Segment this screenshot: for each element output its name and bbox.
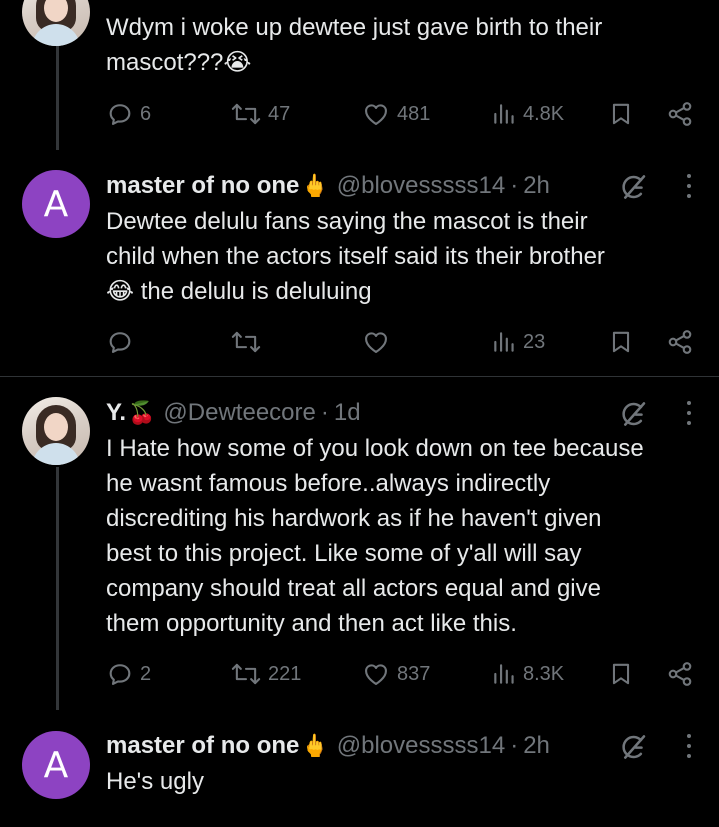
tweet-1[interactable]: Wdym i woke up dewtee just gave birth to… <box>0 0 719 150</box>
author-name[interactable]: master of no one <box>106 172 299 200</box>
grok-icon[interactable] <box>619 399 649 429</box>
heart-icon <box>365 332 387 353</box>
tweet-2[interactable]: A master of no one 🖕 @blovesssss14 · 2h … <box>0 150 719 376</box>
separator-dot: · <box>320 399 329 426</box>
reply-button[interactable] <box>106 324 140 360</box>
reply-icon <box>109 104 131 125</box>
heart-icon <box>365 664 387 685</box>
views-icon <box>494 332 514 352</box>
share-button[interactable] <box>666 96 694 132</box>
timestamp[interactable]: 2h <box>523 172 550 200</box>
like-count: 837 <box>397 662 431 685</box>
share-button[interactable] <box>666 656 694 692</box>
timestamp[interactable]: 2h <box>523 732 550 760</box>
views-count: 8.3K <box>523 662 565 685</box>
timestamp[interactable]: 1d <box>334 399 361 427</box>
repost-button[interactable] <box>230 324 268 360</box>
author-name[interactable]: Y. <box>106 399 126 427</box>
avatar[interactable]: A <box>22 170 90 238</box>
like-count: 481 <box>397 102 431 125</box>
bookmark-icon <box>612 663 630 685</box>
separator-dot: · <box>510 732 519 759</box>
views-button[interactable]: 8.3K <box>491 656 564 692</box>
author-name[interactable]: master of no one <box>106 732 299 760</box>
author-handle[interactable]: @blovesssss14 <box>337 172 505 200</box>
more-icon[interactable] <box>685 734 693 758</box>
tweet-text: He's ugly <box>106 768 204 795</box>
reply-button[interactable]: 6 <box>106 96 151 132</box>
tweet-header: master of no one 🖕 @blovesssss14 · 2h <box>106 730 550 762</box>
views-button[interactable]: 23 <box>491 324 545 360</box>
avatar-letter: A <box>43 183 69 225</box>
action-bar: 6 47 481 4.8K <box>0 96 719 132</box>
grok-icon[interactable] <box>619 172 649 202</box>
bookmark-icon <box>612 103 630 125</box>
like-button[interactable]: 837 <box>361 656 430 692</box>
action-bar: 23 <box>0 324 719 360</box>
share-icon <box>668 330 692 354</box>
bookmark-icon <box>612 331 630 353</box>
like-button[interactable] <box>361 324 397 360</box>
avatar[interactable] <box>22 397 90 465</box>
reply-icon <box>109 664 131 685</box>
views-icon <box>494 104 514 124</box>
grok-icon[interactable] <box>619 732 649 762</box>
more-icon[interactable] <box>685 174 693 198</box>
action-bar: 2 221 837 8.3K <box>0 656 719 692</box>
tweet-text: Wdym i woke up dewtee just gave birth to… <box>106 14 603 76</box>
repost-count: 47 <box>268 102 291 125</box>
reply-count: 2 <box>140 662 152 685</box>
bookmark-button[interactable] <box>608 96 634 132</box>
name-emoji: 🖕 <box>301 733 329 758</box>
share-icon <box>668 662 692 686</box>
reply-icon <box>109 332 131 353</box>
repost-button[interactable]: 47 <box>230 96 290 132</box>
repost-icon <box>231 663 261 685</box>
views-icon <box>494 664 514 684</box>
bookmark-button[interactable] <box>608 324 634 360</box>
author-handle[interactable]: @Dewteecore <box>163 399 315 427</box>
share-button[interactable] <box>666 324 694 360</box>
views-count: 23 <box>523 330 546 353</box>
repost-button[interactable]: 221 <box>230 656 301 692</box>
tweet-text: Dewtee delulu fans saying the mascot is … <box>106 208 605 305</box>
avatar[interactable] <box>22 0 90 46</box>
avatar[interactable]: A <box>22 731 90 799</box>
views-button[interactable]: 4.8K <box>491 96 564 132</box>
tweet-3[interactable]: Y. 🍒 @Dewteecore · 1d I Hate how some of… <box>0 377 719 710</box>
tweet-text: I Hate how some of you look down on tee … <box>106 435 644 637</box>
author-handle[interactable]: @blovesssss14 <box>337 732 505 760</box>
name-emoji: 🖕 <box>301 173 329 198</box>
reply-button[interactable]: 2 <box>106 656 151 692</box>
name-emoji: 🍒 <box>128 400 156 425</box>
like-button[interactable]: 481 <box>361 96 430 132</box>
tweet-4[interactable]: A master of no one 🖕 @blovesssss14 · 2h … <box>0 710 719 827</box>
repost-count: 221 <box>268 662 302 685</box>
heart-icon <box>365 104 387 125</box>
repost-icon <box>231 103 261 125</box>
reply-count: 6 <box>140 102 152 125</box>
repost-icon <box>231 331 261 353</box>
views-count: 4.8K <box>523 102 565 125</box>
tweet-header: master of no one 🖕 @blovesssss14 · 2h <box>106 170 550 202</box>
tweet-header: Y. 🍒 @Dewteecore · 1d <box>106 397 361 429</box>
more-icon[interactable] <box>685 401 693 425</box>
bookmark-button[interactable] <box>608 656 634 692</box>
separator-dot: · <box>510 172 519 199</box>
avatar-letter: A <box>43 744 69 786</box>
share-icon <box>668 102 692 126</box>
